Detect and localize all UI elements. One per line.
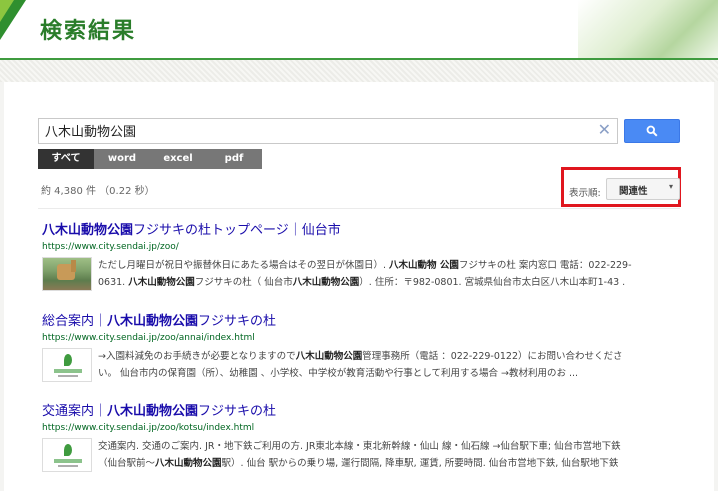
header-corner-accent: [0, 0, 14, 22]
results-panel: ✕ すべて word excel pdf 約 4,380 件 （0.22 秒） …: [4, 82, 714, 491]
tab-word[interactable]: word: [94, 149, 150, 169]
title-text: フジサキの杜: [198, 404, 277, 419]
header-stripe-band: [0, 60, 718, 82]
clear-icon[interactable]: ✕: [598, 120, 611, 139]
snippet-highlight: 八木山動物公園: [292, 277, 360, 288]
search-result-3: 交通案内｜八木山動物公園フジサキの杜 https://www.city.send…: [42, 400, 682, 472]
snippet-line: い。 仙台市内の保育園（所）、幼稚園 、小学校、中学校が教育活動や行事として利用…: [98, 365, 682, 382]
leaf-decoration: [578, 0, 718, 58]
search-icon: [646, 125, 658, 137]
snippet-text: フジサキの杜（ 仙台市: [194, 277, 293, 288]
search-result-2: 総合案内｜八木山動物公園フジサキの杜 https://www.city.send…: [42, 310, 682, 382]
result-body: ただし月曜日が祝日や振替休日にあたる場合はその翌日が休園日）. 八木山動物 公園…: [42, 257, 682, 291]
zoo-photo-thumbnail[interactable]: [42, 257, 92, 291]
result-url: https://www.city.sendai.jp/zoo/kotsu/ind…: [42, 423, 255, 433]
sendai-logo-thumbnail[interactable]: [42, 348, 92, 382]
snippet-text: →入園料減免のお手続きが必要となりますので: [98, 351, 296, 362]
tab-pdf[interactable]: pdf: [206, 149, 262, 169]
search-box: ✕: [38, 118, 618, 144]
animal-neck-shape: [71, 260, 76, 272]
result-body: →入園料減免のお手続きが必要となりますので八木山動物公園管理事務所（電話 ：02…: [42, 348, 682, 382]
sort-value: 関連性: [619, 186, 648, 197]
snippet-highlight: 八木山動物 公園: [389, 260, 459, 271]
snippet-text: 管理事務所（電話 ：022-229-0122）にお問い合わせくださ: [362, 351, 623, 362]
result-snippet: →入園料減免のお手続きが必要となりますので八木山動物公園管理事務所（電話 ：02…: [98, 348, 682, 382]
result-count: 約 4,380 件 （0.22 秒）: [41, 186, 155, 197]
result-title-link[interactable]: 交通案内｜八木山動物公園フジサキの杜: [42, 400, 682, 419]
sort-order-select[interactable]: 関連性 ▾: [606, 178, 680, 200]
result-snippet: ただし月曜日が祝日や振替休日にあたる場合はその翌日が休園日）. 八木山動物 公園…: [98, 257, 682, 291]
leaf-icon: [64, 444, 72, 456]
snippet-highlight: 八木山動物公園: [155, 458, 222, 469]
search-result-1: 八木山動物公園フジサキの杜トップページ｜仙台市 https://www.city…: [42, 219, 682, 291]
tab-all[interactable]: すべて: [38, 149, 94, 169]
title-highlight: 八木山動物公園: [107, 314, 199, 329]
snippet-line: 交通案内. 交通のご案内. JR・地下鉄ご利用の方. JR東北本線・東北新幹線・…: [98, 438, 682, 455]
title-highlight: 八木山動物公園: [107, 404, 199, 419]
snippet-highlight: 八木山動物公園: [128, 277, 195, 288]
leaf-icon: [64, 354, 72, 366]
snippet-line: 0631. 八木山動物公園フジサキの杜（ 仙台市八木山動物公園）. 住所：〒98…: [98, 274, 682, 291]
result-url: https://www.city.sendai.jp/zoo/: [42, 242, 179, 252]
snippet-text: ）. 住所：〒982-0801. 宮城県仙台市太白区八木山本町1-43 .: [359, 277, 626, 288]
logo-mark: [54, 369, 82, 373]
page-title: 検索結果: [40, 19, 137, 44]
result-url: https://www.city.sendai.jp/zoo/annai/ind…: [42, 333, 255, 343]
page-header: 検索結果: [0, 0, 718, 60]
snippet-line: （仙台駅前〜八木山動物公園駅）. 仙台 駅からの乗り場, 運行間隔, 降車駅, …: [98, 455, 682, 472]
result-title-link[interactable]: 総合案内｜八木山動物公園フジサキの杜: [42, 310, 682, 329]
logo-mark: [58, 375, 78, 377]
snippet-text: 駅）. 仙台 駅からの乗り場, 運行間隔, 降車駅, 運賃, 所要時間. 仙台市…: [221, 458, 619, 469]
snippet-text: （仙台駅前〜: [98, 458, 156, 469]
chevron-down-icon: ▾: [668, 182, 673, 191]
title-text: フジサキの杜: [198, 314, 277, 329]
logo-mark: [54, 459, 82, 463]
file-type-tabs: すべて word excel pdf: [38, 149, 262, 169]
snippet-highlight: 八木山動物公園: [295, 351, 363, 362]
title-highlight: 八木山動物公園: [42, 223, 134, 238]
tab-excel[interactable]: excel: [150, 149, 206, 169]
snippet-text: ただし月曜日が祝日や振替休日にあたる場合はその翌日が休園日）.: [98, 260, 390, 271]
sort-label: 表示順:: [569, 188, 601, 199]
result-title-link[interactable]: 八木山動物公園フジサキの杜トップページ｜仙台市: [42, 219, 682, 238]
snippet-line: ただし月曜日が祝日や振替休日にあたる場合はその翌日が休園日）. 八木山動物 公園…: [98, 257, 682, 274]
title-text: 交通案内｜: [42, 404, 108, 419]
result-snippet: 交通案内. 交通のご案内. JR・地下鉄ご利用の方. JR東北本線・東北新幹線・…: [98, 438, 682, 472]
divider: [38, 208, 680, 209]
title-text: 総合案内｜: [42, 314, 108, 329]
search-button[interactable]: [624, 119, 680, 143]
sendai-logo-thumbnail[interactable]: [42, 438, 92, 472]
logo-mark: [58, 465, 78, 467]
title-text: フジサキの杜トップページ｜仙台市: [133, 223, 341, 238]
snippet-line: →入園料減免のお手続きが必要となりますので八木山動物公園管理事務所（電話 ：02…: [98, 348, 682, 365]
snippet-text: 交通案内. 交通のご案内. JR・地下鉄ご利用の方. JR東北本線・東北新幹線・…: [98, 441, 621, 452]
snippet-text: 0631.: [98, 277, 129, 288]
snippet-text: フジサキの杜 案内窓口 電話：022-229-: [458, 260, 632, 271]
snippet-text: い。 仙台市内の保育園（所）、幼稚園 、小学校、中学校が教育活動や行事として利用…: [98, 368, 579, 379]
search-input[interactable]: [39, 119, 585, 141]
result-body: 交通案内. 交通のご案内. JR・地下鉄ご利用の方. JR東北本線・東北新幹線・…: [42, 438, 682, 472]
